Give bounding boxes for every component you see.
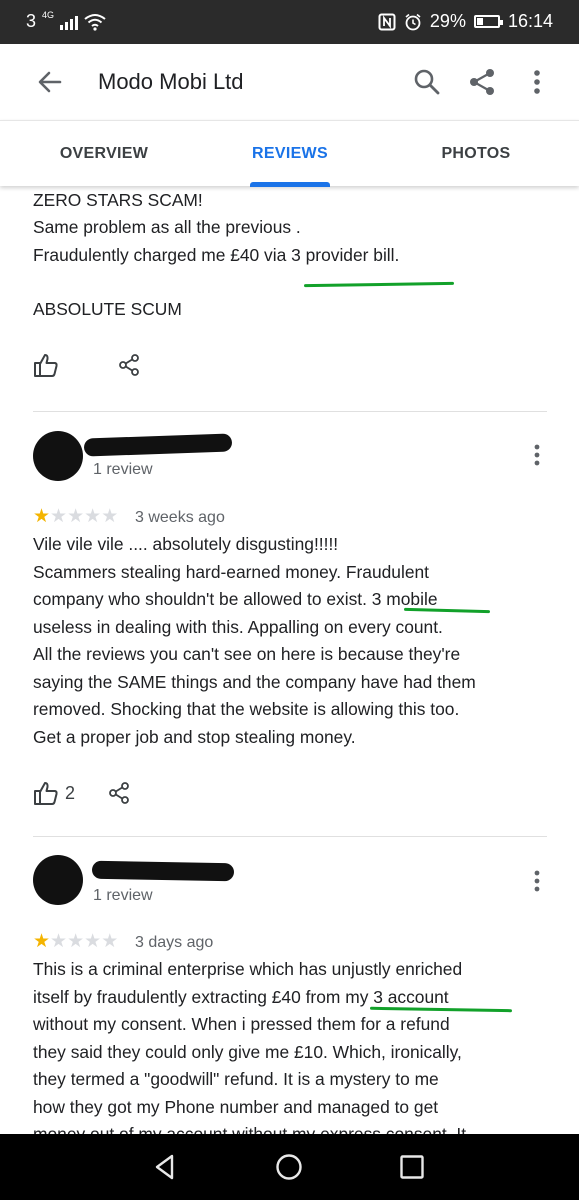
review-text-line: company who shouldn't be allowed to exis… <box>33 589 438 609</box>
review-text-line: All the reviews you can't see on here is… <box>33 644 461 664</box>
review-text-line: Vile vile vile .... absolutely disgustin… <box>33 534 339 554</box>
review-time: 3 days ago <box>135 934 214 951</box>
status-left: 3 4G <box>26 9 106 32</box>
review-text-line: they termed a "goodwill" refund. It is a… <box>33 1069 439 1089</box>
star-icon: ★ <box>33 506 51 527</box>
clock: 16:14 <box>507 11 553 31</box>
tab-indicator <box>250 182 330 187</box>
share-icon[interactable] <box>466 66 498 98</box>
share-icon[interactable] <box>107 781 131 805</box>
review-text-line: useless in dealing with this. Appalling … <box>33 617 443 637</box>
star-icon: ★ <box>84 506 102 527</box>
review-text-line: removed. Shocking that the website is al… <box>33 699 460 719</box>
app-bar: Modo Mobi Ltd <box>0 44 579 120</box>
star-icon: ★ <box>101 506 119 527</box>
share-icon[interactable] <box>117 353 141 377</box>
status-bar: 3 4G 29% 16:14 <box>0 0 579 44</box>
battery-icon <box>473 15 503 28</box>
review-text-line: money out of my account without my expre… <box>33 1124 467 1134</box>
home-circle-icon[interactable] <box>272 1150 306 1184</box>
star-icon: ★ <box>67 506 85 527</box>
star-icon: ★ <box>101 931 119 952</box>
nfc-icon <box>378 13 396 30</box>
review-text-line: Get a proper job and stop stealing money… <box>33 727 356 747</box>
redacted-name <box>91 860 235 882</box>
review-text-line: Fraudulently charged me £40 via 3 provid… <box>33 245 400 265</box>
star-icon: ★ <box>67 931 85 952</box>
review-text-line: Same problem as all the previous . <box>33 217 301 237</box>
alarm-icon <box>405 13 421 30</box>
divider <box>33 836 547 837</box>
redacted-name <box>83 433 233 457</box>
star-rating: ★ ★ ★ ★ ★ <box>33 932 118 952</box>
thumb-up-icon[interactable] <box>33 352 59 378</box>
avatar[interactable] <box>33 431 83 481</box>
star-icon: ★ <box>33 931 51 952</box>
tab-bar: OVERVIEW REVIEWS PHOTOS <box>0 120 579 187</box>
navigation-bar <box>0 1134 579 1200</box>
annotation-underline <box>303 281 455 288</box>
back-arrow-icon[interactable] <box>34 66 66 98</box>
tab-reviews[interactable]: REVIEWS <box>204 121 376 187</box>
like-count: 2 <box>65 782 76 803</box>
review-text-line: Scammers stealing hard-earned money. Fra… <box>33 562 429 582</box>
review-text-line: ABSOLUTE SCUM <box>33 299 182 319</box>
star-icon: ★ <box>50 931 68 952</box>
reviews-list[interactable]: ZERO STARS SCAM! Same problem as all the… <box>0 186 579 1134</box>
tab-overview[interactable]: OVERVIEW <box>18 121 190 187</box>
review-actions <box>33 352 141 378</box>
more-vert-icon[interactable] <box>524 442 550 468</box>
more-vert-icon[interactable] <box>524 868 550 894</box>
review-text-line: how they got my Phone number and managed… <box>33 1097 439 1117</box>
page-title: Modo Mobi Ltd <box>98 69 244 94</box>
review-actions: 2 <box>33 780 131 806</box>
review-text-line: saying the SAME things and the company h… <box>33 672 476 692</box>
star-icon: ★ <box>50 506 68 527</box>
star-rating: ★ ★ ★ ★ ★ <box>33 507 118 527</box>
battery-percent: 29% <box>429 11 466 31</box>
divider <box>33 411 547 412</box>
more-vert-icon[interactable] <box>521 66 553 98</box>
avatar[interactable] <box>33 855 83 905</box>
review-text-line: they said they could only give me £10. W… <box>33 1042 462 1062</box>
review-text-line: ZERO STARS SCAM! <box>33 190 203 210</box>
tab-photos[interactable]: PHOTOS <box>390 121 562 187</box>
review-time: 3 weeks ago <box>135 509 225 526</box>
review-text-line: This is a criminal enterprise which has … <box>33 959 463 979</box>
star-icon: ★ <box>84 931 102 952</box>
review-text-line: without my consent. When i pressed them … <box>33 1014 450 1034</box>
signal-icon <box>60 14 79 30</box>
status-right: 29% 16:14 <box>378 11 553 32</box>
network-type-label: 4G <box>42 9 55 20</box>
reviewer-review-count[interactable]: 1 review <box>93 887 153 905</box>
back-triangle-icon[interactable] <box>148 1150 182 1184</box>
wifi-icon <box>84 13 106 31</box>
search-icon[interactable] <box>411 66 443 98</box>
thumb-up-icon[interactable] <box>33 780 59 806</box>
reviewer-review-count[interactable]: 1 review <box>93 461 153 479</box>
recents-square-icon[interactable] <box>395 1150 429 1184</box>
network-label: 3 <box>26 11 37 31</box>
